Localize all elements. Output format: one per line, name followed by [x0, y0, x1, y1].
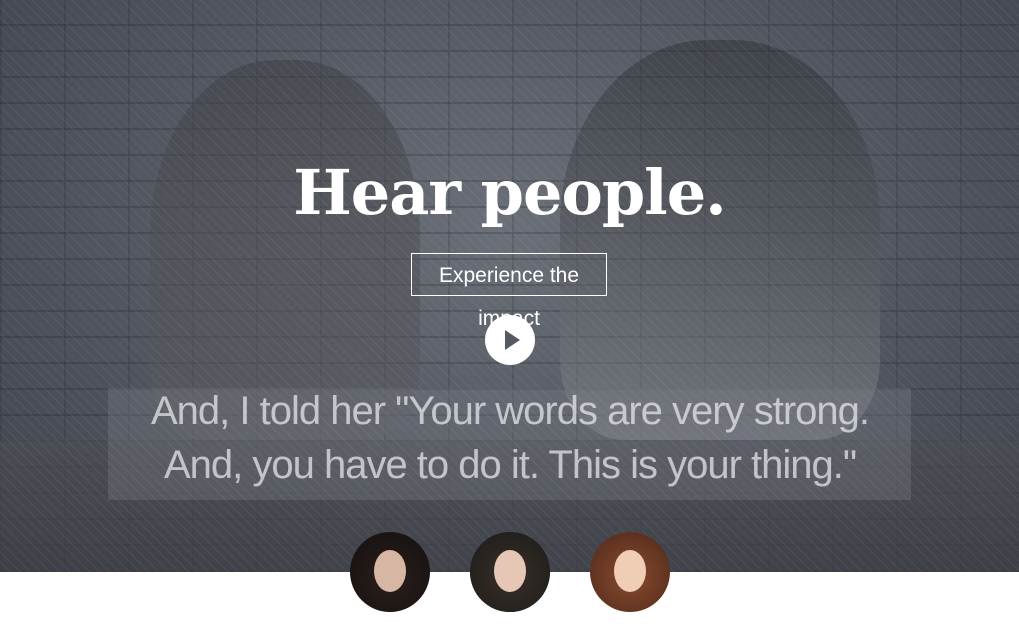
avatar-1-face: [374, 550, 406, 592]
testimonial-quote: And, I told her "Your words are very str…: [151, 389, 870, 487]
avatar-3[interactable]: [590, 532, 670, 612]
experience-impact-button[interactable]: Experience the impact: [411, 253, 607, 330]
testimonial-avatars: [0, 532, 1019, 612]
play-icon: [505, 330, 520, 350]
avatar-2-face: [494, 550, 526, 592]
play-button[interactable]: [485, 315, 535, 365]
avatar-2[interactable]: [470, 532, 550, 612]
avatar-1[interactable]: [350, 532, 430, 612]
hero-video-background: Hear people. Experience the impact And, …: [0, 0, 1019, 572]
hero-title: Hear people.: [293, 156, 727, 229]
avatar-3-face: [614, 550, 646, 592]
